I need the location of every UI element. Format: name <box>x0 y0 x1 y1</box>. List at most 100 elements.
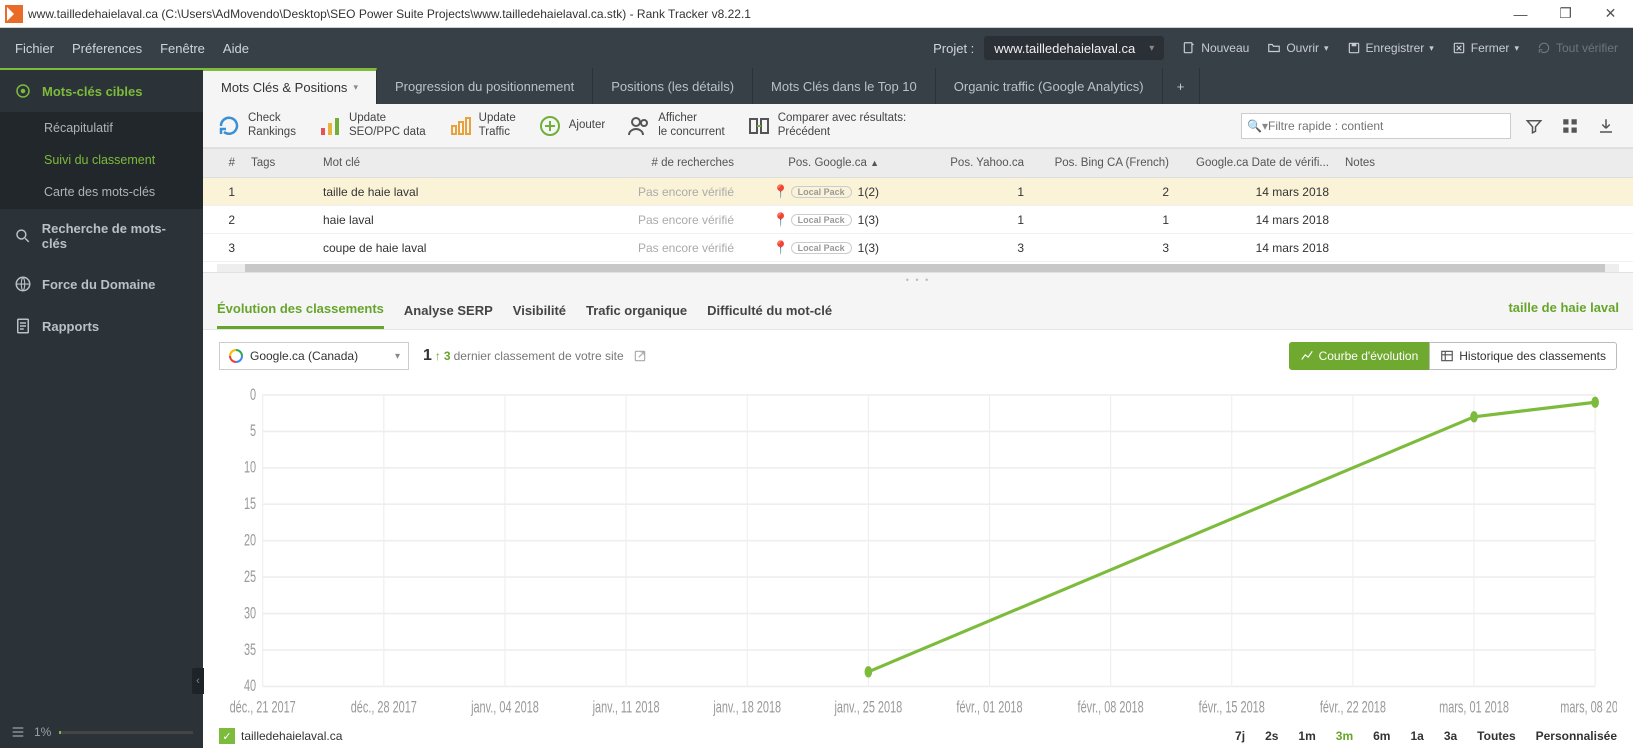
save-project-button[interactable]: Enregistrer ▾ <box>1347 41 1434 55</box>
curve-mode-button[interactable]: Courbe d'évolution <box>1289 342 1430 370</box>
range-Toutes[interactable]: Toutes <box>1477 729 1515 743</box>
menu-preferences[interactable]: Préferences <box>72 41 142 56</box>
open-project-button[interactable]: Ouvrir ▾ <box>1267 41 1328 55</box>
selected-keyword: taille de haie laval <box>1508 300 1619 325</box>
legend-site: tailledehaielaval.ca <box>241 729 342 743</box>
history-mode-button[interactable]: Historique des classements <box>1429 342 1617 370</box>
svg-text:févr., 01 2018: févr., 01 2018 <box>956 698 1022 716</box>
tab-progression[interactable]: Progression du positionnement <box>377 68 593 104</box>
menu-aide[interactable]: Aide <box>223 41 249 56</box>
new-icon <box>1182 41 1196 55</box>
th-date[interactable]: Google.ca Date de vérifi... <box>1177 157 1337 169</box>
window-maximize-button[interactable]: ❐ <box>1543 0 1588 28</box>
project-selector[interactable]: Projet : www.tailledehaielaval.ca ▾ <box>933 36 1164 60</box>
time-range-selector: 7j 2s 1m 3m 6m 1a 3a Toutes Personnalisée <box>1235 729 1617 743</box>
ranking-chart: 0510152025303540déc., 21 2017déc., 28 20… <box>219 382 1617 722</box>
sidebar-item-recap[interactable]: Récapitulatif <box>0 112 203 144</box>
download-button[interactable] <box>1593 113 1619 139</box>
window-close-button[interactable]: ✕ <box>1588 0 1633 28</box>
list-icon <box>10 724 26 740</box>
range-3m[interactable]: 3m <box>1336 729 1353 743</box>
quick-filter-input[interactable]: 🔍▾ <box>1241 113 1511 139</box>
toolbar: CheckRankings UpdateSEO/PPC data UpdateT… <box>203 104 1633 148</box>
window-minimize-button[interactable]: — <box>1498 0 1543 28</box>
th-yahoo[interactable]: Pos. Yahoo.ca <box>887 157 1032 169</box>
filter-button[interactable] <box>1521 113 1547 139</box>
compare-results-button[interactable]: Comparer avec résultats:Précédent <box>747 112 906 140</box>
cell-searches: Pas encore vérifié <box>597 213 742 227</box>
range-7j[interactable]: 7j <box>1235 729 1245 743</box>
plus-circle-icon <box>538 114 562 138</box>
svg-text:30: 30 <box>244 604 256 622</box>
tab-keywords-positions[interactable]: Mots Clés & Positions ▾ <box>203 68 377 104</box>
tab-organic-traffic[interactable]: Organic traffic (Google Analytics) <box>936 68 1163 104</box>
legend-checkbox[interactable]: ✓ <box>219 728 235 744</box>
sidebar-section-keywords[interactable]: Mots-clés cibles <box>0 68 203 112</box>
range-2s[interactable]: 2s <box>1265 729 1278 743</box>
search-engine-select[interactable]: Google.ca (Canada) ▾ <box>219 342 409 370</box>
quick-filter-field[interactable] <box>1268 119 1504 133</box>
chevron-down-icon: ▾ <box>1149 43 1154 54</box>
table-row[interactable]: 1taille de haie lavalPas encore vérifié📍… <box>203 178 1633 206</box>
th-keyword[interactable]: Mot clé <box>315 157 597 169</box>
subtab-serp[interactable]: Analyse SERP <box>404 297 493 328</box>
show-competitor-button[interactable]: Afficherle concurrent <box>627 112 724 140</box>
range-1m[interactable]: 1m <box>1298 729 1315 743</box>
svg-text:0: 0 <box>250 386 256 404</box>
window-title: www.tailledehaielaval.ca (C:\Users\AdMov… <box>28 7 751 21</box>
cell-bing: 1 <box>1032 213 1177 227</box>
svg-text:15: 15 <box>244 495 256 513</box>
menu-fenetre[interactable]: Fenêtre <box>160 41 205 56</box>
close-project-button[interactable]: Fermer ▾ <box>1452 41 1519 55</box>
range-6m[interactable]: 6m <box>1373 729 1390 743</box>
pane-resize-grip[interactable]: • • • <box>203 273 1633 287</box>
th-searches[interactable]: # de recherches <box>597 157 742 169</box>
sidebar-collapse-button[interactable]: ‹ <box>192 668 204 694</box>
tab-add-button[interactable]: + <box>1163 68 1200 104</box>
th-notes[interactable]: Notes <box>1337 157 1633 169</box>
subtab-visibility[interactable]: Visibilité <box>513 297 566 328</box>
range-Personnalisée[interactable]: Personnalisée <box>1536 729 1617 743</box>
grid-view-button[interactable] <box>1557 113 1583 139</box>
pin-icon: 📍 <box>772 184 788 200</box>
update-seo-button[interactable]: UpdateSEO/PPC data <box>318 112 426 140</box>
th-google[interactable]: Pos. Google.ca ▲ <box>742 157 887 169</box>
cell-google: 📍Local Pack1(3) <box>742 212 887 228</box>
th-bing[interactable]: Pos. Bing CA (French) <box>1032 157 1177 169</box>
new-project-button[interactable]: Nouveau <box>1182 41 1249 55</box>
sidebar-section-domain-strength[interactable]: Force du Domaine <box>0 263 203 305</box>
check-rankings-button[interactable]: CheckRankings <box>217 112 296 140</box>
range-1a[interactable]: 1a <box>1410 729 1423 743</box>
external-link-icon[interactable] <box>633 349 647 363</box>
subtab-difficulty[interactable]: Difficulté du mot-clé <box>707 297 832 328</box>
tab-positions-details[interactable]: Positions (les détails) <box>593 68 753 104</box>
folder-open-icon <box>1267 41 1281 55</box>
sidebar-section-research[interactable]: Recherche de mots-clés <box>0 208 203 263</box>
subtab-traffic[interactable]: Trafic organique <box>586 297 687 328</box>
svg-text:40: 40 <box>244 677 256 695</box>
chevron-down-icon: ▾ <box>1429 43 1434 54</box>
add-button[interactable]: Ajouter <box>538 114 605 138</box>
sidebar-item-carte[interactable]: Carte des mots-clés <box>0 176 203 208</box>
range-3a[interactable]: 3a <box>1444 729 1457 743</box>
update-traffic-button[interactable]: UpdateTraffic <box>448 112 516 140</box>
cell-google: 📍Local Pack1(3) <box>742 240 887 256</box>
svg-text:févr., 15 2018: févr., 15 2018 <box>1199 698 1265 716</box>
svg-text:janv., 25 2018: janv., 25 2018 <box>834 698 903 716</box>
table-row[interactable]: 3coupe de haie lavalPas encore vérifié📍L… <box>203 234 1633 262</box>
th-num[interactable]: # <box>203 157 243 169</box>
svg-text:25: 25 <box>244 568 256 586</box>
svg-text:mars, 01 2018: mars, 01 2018 <box>1439 698 1509 716</box>
tab-top10[interactable]: Mots Clés dans le Top 10 <box>753 68 936 104</box>
sidebar-section-reports[interactable]: Rapports <box>0 305 203 347</box>
table-scrollbar[interactable] <box>217 264 1619 272</box>
users-icon <box>627 114 651 138</box>
verify-all-button[interactable]: Tout vérifier <box>1537 41 1618 55</box>
cell-keyword: coupe de haie laval <box>315 241 597 255</box>
table-row[interactable]: 2haie lavalPas encore vérifié📍Local Pack… <box>203 206 1633 234</box>
subtab-evolution[interactable]: Évolution des classements <box>217 295 384 329</box>
cell-bing: 3 <box>1032 241 1177 255</box>
th-tags[interactable]: Tags <box>243 157 315 169</box>
menu-fichier[interactable]: Fichier <box>15 41 54 56</box>
sidebar-item-suivi[interactable]: Suivi du classement <box>0 144 203 176</box>
